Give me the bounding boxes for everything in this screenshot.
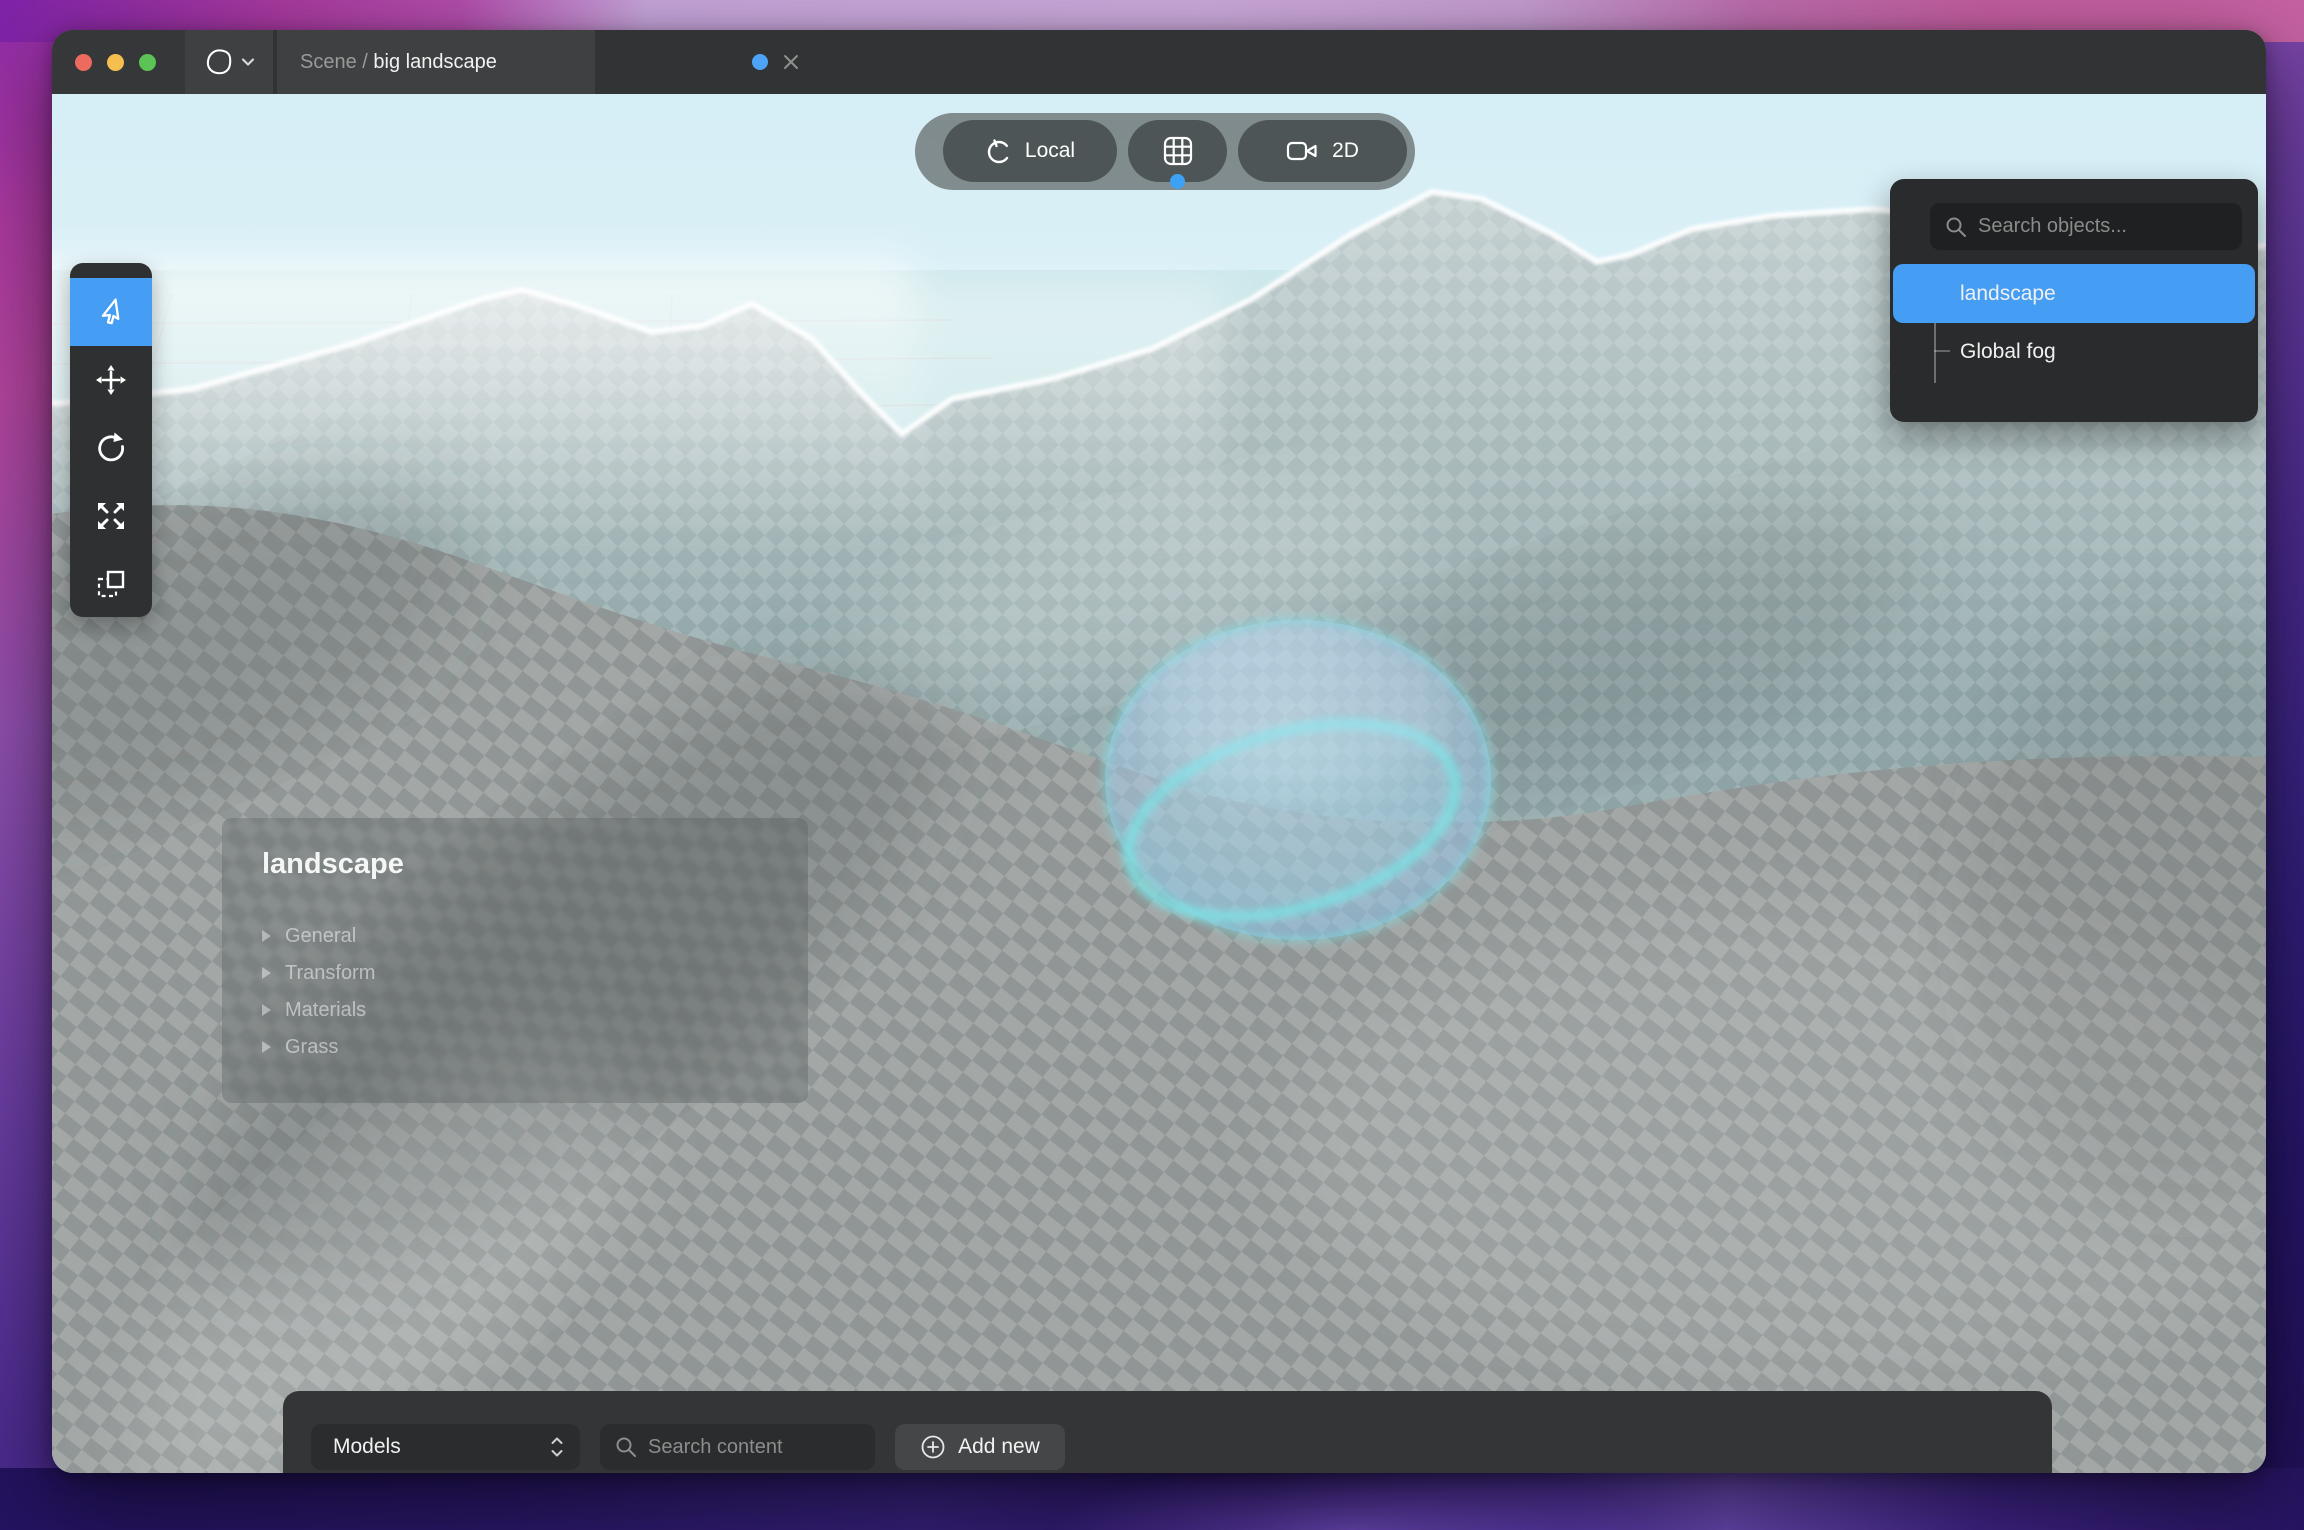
add-new-button[interactable]: Add new <box>895 1424 1065 1470</box>
object-label: landscape <box>1960 282 2056 306</box>
object-label: Global fog <box>1960 340 2056 364</box>
object-item-landscape[interactable]: landscape <box>1893 264 2255 323</box>
tool-column <box>70 263 152 617</box>
objects-search-input[interactable] <box>1978 215 2218 238</box>
marquee-icon <box>94 567 128 601</box>
camera-icon <box>1286 138 1320 164</box>
content-search-input[interactable] <box>648 1436 848 1459</box>
orientation-local-button[interactable]: Local <box>943 120 1117 182</box>
disclosure-triangle-icon <box>262 1041 271 1053</box>
search-icon <box>1944 215 1968 239</box>
titlebar-drag-area[interactable] <box>595 30 2266 94</box>
zoom-window-button[interactable] <box>139 54 156 71</box>
camera-2d-button[interactable]: 2D <box>1238 120 1407 182</box>
close-scene-icon[interactable] <box>780 51 802 73</box>
viewport-toolbar: Local 2D <box>915 113 1415 190</box>
objects-panel: landscape Global fog <box>1890 179 2258 422</box>
sphere-highlight <box>1148 634 1448 794</box>
scene-tab[interactable]: Scene / big landscape <box>277 30 595 94</box>
minimize-window-button[interactable] <box>107 54 124 71</box>
disclosure-triangle-icon <box>262 930 271 942</box>
section-grass[interactable]: Grass <box>262 1032 338 1062</box>
move-icon <box>94 363 128 397</box>
app-logo-icon <box>204 47 234 77</box>
select-tool-button[interactable] <box>70 278 152 346</box>
grid-icon <box>1161 134 1195 168</box>
close-window-button[interactable] <box>75 54 92 71</box>
disclosure-triangle-icon <box>262 1004 271 1016</box>
section-label: Transform <box>285 962 375 985</box>
move-tool-button[interactable] <box>70 346 152 414</box>
add-new-label: Add new <box>958 1435 1040 1459</box>
object-item-global-fog[interactable]: Global fog <box>1893 324 2255 379</box>
view2d-label: 2D <box>1332 139 1359 163</box>
local-label: Local <box>1025 139 1075 163</box>
objects-search-field[interactable] <box>1930 203 2242 250</box>
titlebar: Scene / big landscape <box>52 30 2266 94</box>
section-transform[interactable]: Transform <box>262 958 375 988</box>
marquee-select-tool-button[interactable] <box>70 550 152 618</box>
plus-circle-icon <box>920 1434 946 1460</box>
section-general[interactable]: General <box>262 921 356 951</box>
app-menu-button[interactable] <box>185 30 273 94</box>
rotate-orientation-icon <box>985 137 1013 165</box>
chevron-down-icon <box>241 56 255 68</box>
breadcrumb-prefix: Scene / <box>300 51 373 73</box>
properties-title: landscape <box>262 848 404 881</box>
properties-panel: landscape General Transform Materials Gr… <box>222 818 808 1103</box>
rotate-tool-button[interactable] <box>70 414 152 482</box>
content-bar: Models Add new <box>283 1391 2052 1473</box>
rotate-icon <box>94 431 128 465</box>
chevron-updown-icon <box>550 1436 564 1458</box>
scale-tool-button[interactable] <box>70 482 152 550</box>
scale-icon <box>95 500 127 532</box>
cursor-icon <box>94 295 128 329</box>
section-label: Materials <box>285 999 366 1022</box>
app-window: Scene / big landscape Local <box>52 30 2266 1473</box>
breadcrumb: Scene / big landscape <box>300 51 497 74</box>
disclosure-triangle-icon <box>262 967 271 979</box>
traffic-lights <box>52 30 185 94</box>
section-materials[interactable]: Materials <box>262 995 366 1025</box>
search-icon <box>614 1435 638 1459</box>
content-search-field[interactable] <box>600 1424 875 1470</box>
grid-toggle-button[interactable] <box>1128 120 1227 182</box>
grid-active-dot <box>1170 174 1185 189</box>
unsaved-changes-dot <box>752 54 768 70</box>
category-label: Models <box>333 1435 401 1459</box>
scene-title: big landscape <box>373 51 496 73</box>
section-label: General <box>285 925 356 948</box>
content-category-select[interactable]: Models <box>311 1424 580 1470</box>
section-label: Grass <box>285 1036 338 1059</box>
